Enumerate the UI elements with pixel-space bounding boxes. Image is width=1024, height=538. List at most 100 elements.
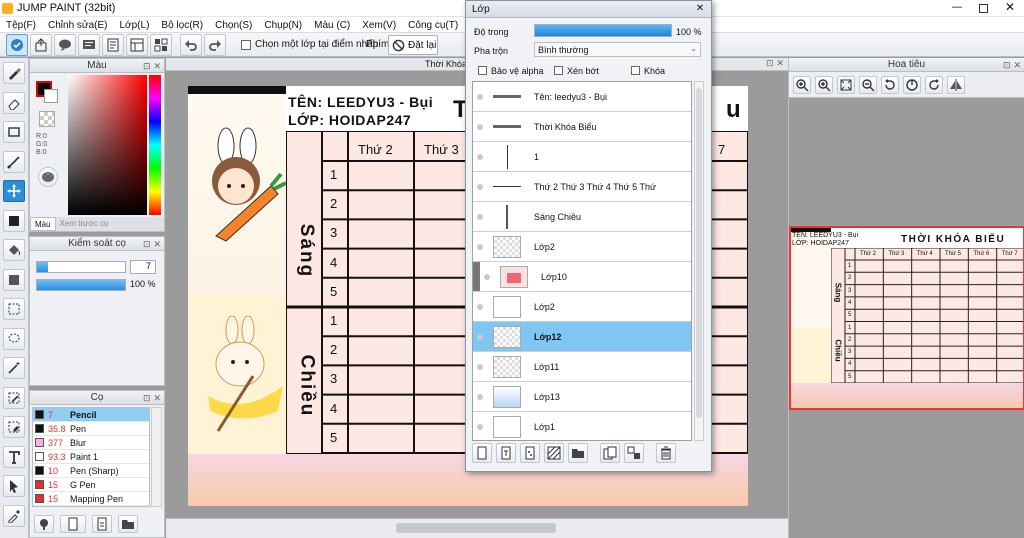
- flip-button[interactable]: [947, 75, 965, 94]
- maximize-button[interactable]: [970, 0, 996, 16]
- menu-item-8[interactable]: Công cụ(T): [408, 20, 458, 31]
- layer-row[interactable]: Lớp10: [473, 262, 691, 292]
- protect-alpha-checkbox[interactable]: [478, 66, 487, 75]
- select-tool-button[interactable]: [3, 298, 25, 320]
- fit-view-button[interactable]: [837, 75, 855, 94]
- panel-options-icon[interactable]: ⊡ ✕: [143, 238, 161, 252]
- shape-tool-button[interactable]: [3, 121, 25, 143]
- gradient-tool-button[interactable]: [3, 268, 25, 291]
- secondary-color-swatch[interactable]: [44, 89, 58, 103]
- select-pen-button[interactable]: [3, 386, 25, 409]
- layer-visibility-dot[interactable]: [477, 213, 483, 220]
- brush-folder-button[interactable]: [118, 515, 138, 533]
- layer-row[interactable]: 1: [473, 142, 691, 172]
- merge-layer-button[interactable]: [624, 443, 644, 463]
- layer-visibility-dot[interactable]: [477, 93, 483, 100]
- message-button[interactable]: [78, 34, 100, 56]
- color-field[interactable]: [68, 75, 147, 215]
- layer-visibility-dot[interactable]: [477, 183, 483, 190]
- snap-checkbox[interactable]: [241, 40, 251, 50]
- canvas-scroll-thumb[interactable]: [396, 523, 556, 533]
- delete-layer-button[interactable]: [656, 443, 676, 463]
- export-button[interactable]: [30, 34, 52, 56]
- layer-list-scroll-thumb[interactable]: [696, 88, 702, 418]
- tab-brush-preview[interactable]: Xem trước cọ: [56, 217, 113, 231]
- new-layer-button[interactable]: [472, 443, 492, 463]
- brush-item[interactable]: 10 Pen (Sharp): [33, 464, 149, 478]
- menu-item-6[interactable]: Màu (C): [314, 20, 350, 31]
- text-tool-button[interactable]: [3, 445, 25, 468]
- eyedropper-button[interactable]: [3, 504, 25, 527]
- layer-row[interactable]: Lớp1: [473, 412, 691, 440]
- brush-item[interactable]: 15 Mapping Pen: [33, 492, 149, 506]
- layer-visibility-dot[interactable]: [477, 423, 483, 430]
- redo-button[interactable]: [204, 34, 226, 56]
- brush-item[interactable]: 377 Blur: [33, 436, 149, 450]
- layer-row[interactable]: Lớp2: [473, 232, 691, 262]
- zoom-in-button[interactable]: [793, 75, 811, 94]
- undo-button[interactable]: [180, 34, 202, 56]
- magic-wand-button[interactable]: [3, 357, 25, 379]
- navigator-preview[interactable]: TÊN: LEEDYU3 - Bụi LỚP: HOIDAP247 THỜI K…: [789, 226, 1024, 410]
- minimize-button[interactable]: —: [944, 0, 970, 16]
- brush-item[interactable]: 7 Pencil: [33, 408, 149, 422]
- layer-row[interactable]: Thứ 2 Thứ 3 Thứ 4 Thứ 5 Thứ: [473, 172, 691, 202]
- menu-item-1[interactable]: Chỉnh sửa(E): [48, 20, 108, 31]
- lasso-tool-button[interactable]: [3, 327, 25, 350]
- grid-button[interactable]: [150, 34, 172, 56]
- menu-item-3[interactable]: Bộ lọc(R): [161, 20, 203, 31]
- tab-color[interactable]: Màu: [30, 217, 56, 231]
- reset-button[interactable]: Đặt lại: [388, 35, 438, 55]
- layer-visibility-dot[interactable]: [477, 243, 483, 250]
- brush-settings-button[interactable]: [34, 515, 54, 533]
- panel-options-icon[interactable]: ⊡ ✕: [143, 60, 161, 74]
- opacity-slider[interactable]: [36, 279, 126, 291]
- brush-item[interactable]: 35.8 Pen: [33, 422, 149, 436]
- layer-visibility-dot[interactable]: [477, 363, 483, 370]
- move-tool-button[interactable]: [3, 180, 25, 202]
- layer-panel-close-button[interactable]: ✕: [693, 3, 707, 15]
- select-move-button[interactable]: [3, 475, 25, 497]
- rotate-right-button[interactable]: [925, 75, 943, 94]
- new-halftone-layer-button[interactable]: [520, 443, 540, 463]
- close-button[interactable]: ✕: [996, 0, 1024, 16]
- layer-folder-button[interactable]: [568, 443, 588, 463]
- brush-item[interactable]: 93.3 Paint 1: [33, 450, 149, 464]
- layer-row[interactable]: Sáng Chiều: [473, 202, 691, 232]
- page-button[interactable]: [102, 34, 124, 56]
- layer-visibility-dot[interactable]: [477, 393, 483, 400]
- brush-item[interactable]: 15 G Pen: [33, 478, 149, 492]
- layer-row[interactable]: Lớp2: [473, 292, 691, 322]
- new-text-layer-button[interactable]: [496, 443, 516, 463]
- comment-button[interactable]: [54, 34, 76, 56]
- zoom-in-2-button[interactable]: [815, 75, 833, 94]
- new-brush-button[interactable]: [60, 515, 86, 533]
- brush-tool-button[interactable]: [3, 62, 25, 84]
- panel-options-icon[interactable]: ⊡ ✕: [1003, 59, 1021, 73]
- blend-mode-select[interactable]: Bình thường ⌄: [534, 42, 701, 57]
- size-slider[interactable]: [36, 261, 126, 273]
- layer-visibility-dot[interactable]: [477, 303, 483, 310]
- menu-item-5[interactable]: Chụp(N): [264, 20, 302, 31]
- menu-item-7[interactable]: Xem(V): [362, 20, 396, 31]
- layer-opacity-slider[interactable]: [534, 24, 672, 37]
- palette-button[interactable]: [38, 167, 58, 187]
- duplicate-layer-button[interactable]: [600, 443, 620, 463]
- menu-item-0[interactable]: Tệp(F): [6, 20, 36, 31]
- layer-row[interactable]: Tên: leedyu3 - Bụi: [473, 82, 691, 112]
- fill-square-button[interactable]: [3, 209, 25, 232]
- transparent-swatch[interactable]: [39, 111, 55, 127]
- layout-button[interactable]: [126, 34, 148, 56]
- zoom-out-button[interactable]: [859, 75, 877, 94]
- canvas-scrollbar[interactable]: [166, 518, 788, 538]
- layer-list-scrollbar[interactable]: [694, 81, 704, 441]
- menu-item-4[interactable]: Chọn(S): [215, 20, 252, 31]
- hue-slider[interactable]: [149, 75, 161, 215]
- layer-row[interactable]: Lớp11: [473, 352, 691, 382]
- eraser-tool-button[interactable]: [3, 91, 25, 114]
- line-tool-button[interactable]: [3, 150, 25, 173]
- panel-options-icon[interactable]: ⊡ ✕: [143, 392, 161, 406]
- copy-brush-button[interactable]: [92, 515, 112, 533]
- tone-layer-button[interactable]: [544, 443, 564, 463]
- layer-visibility-dot[interactable]: [477, 153, 483, 160]
